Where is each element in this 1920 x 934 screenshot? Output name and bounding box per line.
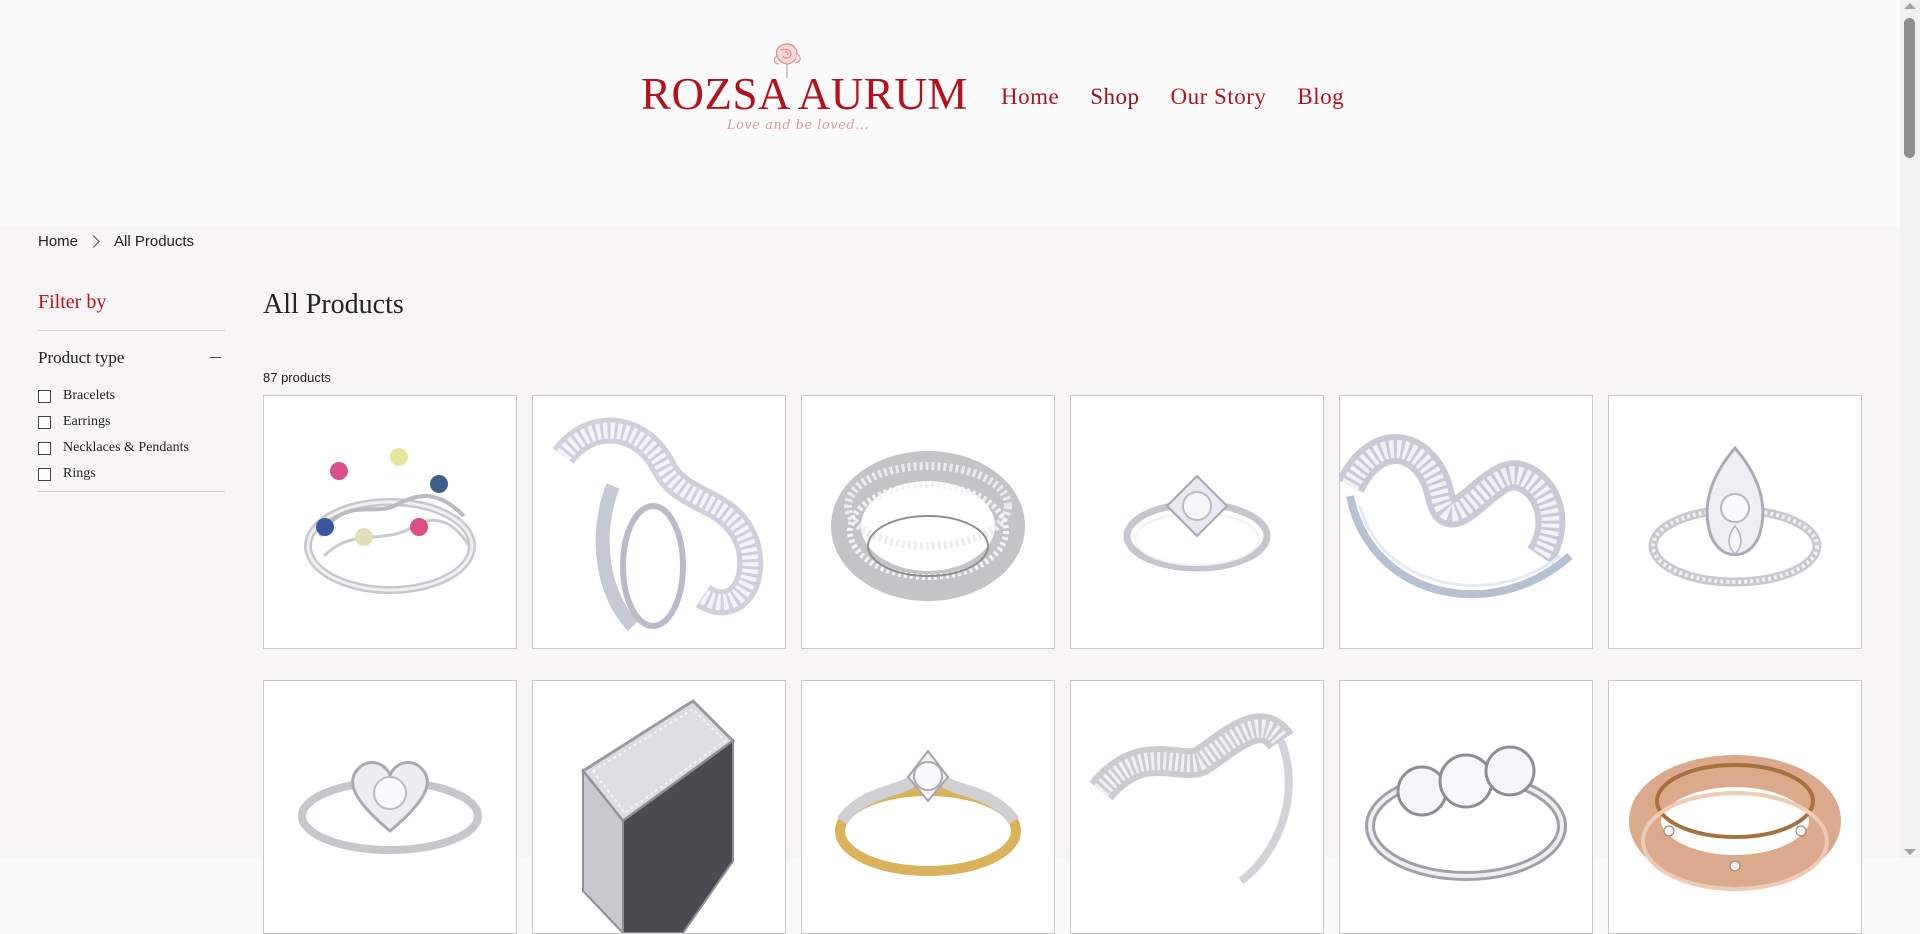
product-card[interactable]: [1608, 395, 1862, 649]
nav-blog[interactable]: Blog: [1297, 84, 1344, 110]
ring-solitaire-cathedral-image: [1123, 474, 1271, 572]
breadcrumb-current: All Products: [114, 233, 195, 250]
nav-home[interactable]: Home: [1001, 84, 1059, 110]
product-card[interactable]: [532, 395, 786, 649]
facet-option-rings[interactable]: Rings: [38, 461, 189, 487]
checkbox[interactable]: [38, 415, 51, 429]
product-card[interactable]: [263, 680, 517, 934]
scroll-up-arrow-icon[interactable]: [1904, 3, 1916, 9]
main-content: Home All Products Filter by Product type…: [0, 227, 1900, 934]
ring-pave-wave-image: [1089, 713, 1294, 885]
ring-rose-gold-band-image: [1629, 755, 1841, 891]
product-card[interactable]: [263, 395, 517, 649]
filter-divider: [38, 491, 225, 492]
product-card[interactable]: [532, 680, 786, 934]
product-card[interactable]: [801, 680, 1055, 934]
ring-heart-halo-image: [298, 761, 482, 854]
page-title: All Products: [263, 289, 404, 320]
brand-name: ROZSA AURUM: [641, 69, 968, 119]
product-card[interactable]: [1070, 395, 1324, 649]
facet-option-bracelets[interactable]: Bracelets: [38, 383, 189, 409]
page-scrollbar[interactable]: [1900, 0, 1920, 858]
product-card[interactable]: [1339, 395, 1593, 649]
scroll-thumb[interactable]: [1904, 18, 1915, 158]
filter-title: Filter by: [38, 291, 107, 313]
product-card[interactable]: [1070, 680, 1324, 934]
chevron-right-icon: [87, 235, 100, 248]
checkbox[interactable]: [38, 389, 51, 403]
ring-colored-gems-image: [304, 448, 476, 594]
ring-baguette-swirl-image: [552, 417, 764, 631]
breadcrumb-home[interactable]: Home: [38, 233, 78, 250]
checkbox[interactable]: [38, 467, 51, 481]
ring-marquise-halo-image: [1648, 445, 1822, 587]
product-grid: [263, 395, 1863, 934]
ring-baguette-ribbon-image: [1340, 434, 1573, 599]
nav-our-story[interactable]: Our Story: [1171, 84, 1267, 110]
facet-product-type-title[interactable]: Product type: [38, 348, 124, 368]
site-header: ROZSA AURUM Love and be loved... Home Sh…: [0, 0, 1900, 227]
product-card[interactable]: [1608, 680, 1862, 934]
breadcrumb: Home All Products: [38, 233, 194, 250]
ring-three-stone-image: [1365, 745, 1567, 881]
facet-option-label: Necklaces & Pendants: [63, 440, 189, 455]
product-card[interactable]: [1339, 680, 1593, 934]
scroll-down-arrow-icon[interactable]: [1904, 849, 1916, 855]
brand-tagline: Love and be loved...: [726, 118, 870, 133]
ring-two-tone-solitaire-image: [835, 749, 1021, 876]
facet-option-label: Earrings: [63, 414, 111, 429]
brand-logo[interactable]: ROZSA AURUM Love and be loved...: [641, 38, 968, 140]
facet-option-label: Rings: [63, 466, 96, 481]
facet-option-necklaces-pendants[interactable]: Necklaces & Pendants: [38, 435, 189, 461]
checkbox[interactable]: [38, 441, 51, 455]
ring-pave-band-image: [831, 451, 1025, 601]
filter-divider: [38, 330, 225, 331]
collapse-minus-icon[interactable]: [210, 357, 221, 359]
product-card[interactable]: [801, 395, 1055, 649]
facet-option-earrings[interactable]: Earrings: [38, 409, 189, 435]
ring-pave-signet-image: [580, 699, 736, 933]
main-nav: Home Shop Our Story Blog: [1001, 84, 1375, 110]
facet-options: Bracelets Earrings Necklaces & Pendants …: [38, 383, 189, 487]
product-count: 87 products: [263, 370, 331, 385]
nav-shop[interactable]: Shop: [1090, 84, 1139, 110]
facet-option-label: Bracelets: [63, 388, 116, 403]
